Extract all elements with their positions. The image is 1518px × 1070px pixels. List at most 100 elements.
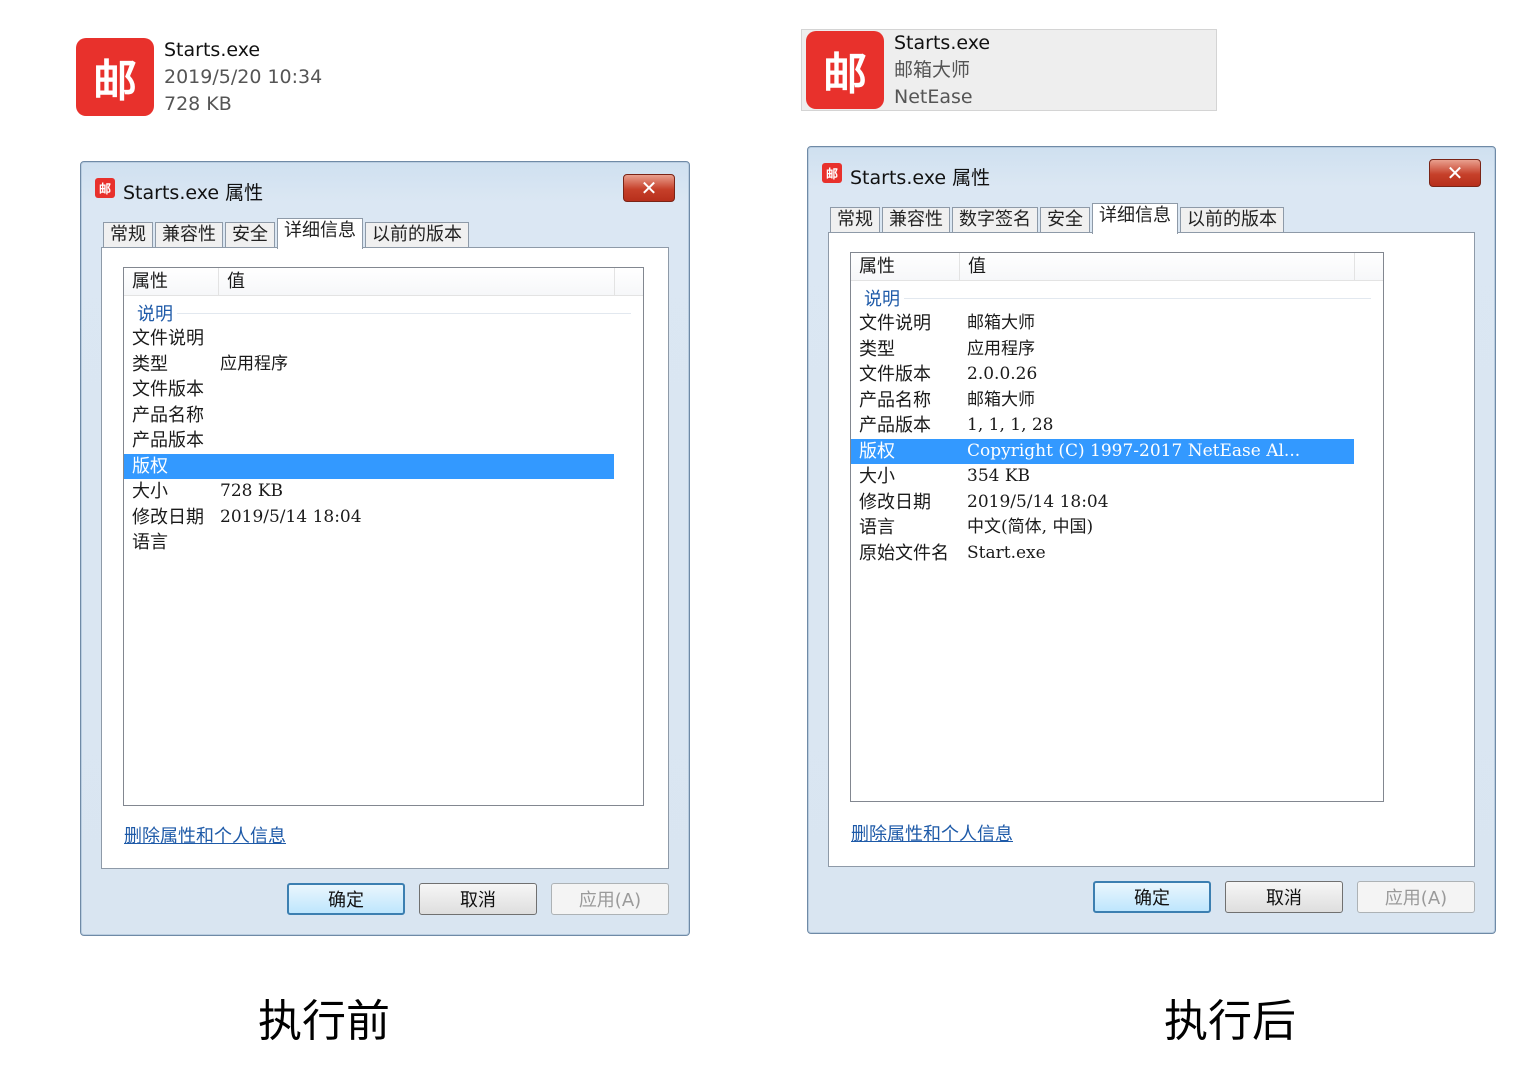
table-row-selected[interactable]: 版权 Copyright (C) 1997-2017 NetEase Al... bbox=[851, 438, 1354, 464]
table-row[interactable]: 产品版本 bbox=[124, 428, 614, 454]
table-row[interactable]: 文件版本 bbox=[124, 377, 614, 403]
group-label: 说明 bbox=[864, 285, 904, 311]
properties-dialog: 邮 Starts.exe 属性 ✕ 常规 兼容性 数字签名 安全 详细信息 以前… bbox=[807, 146, 1496, 934]
panel-before: 邮 Starts.exe 2019/5/20 10:34 728 KB 邮 St… bbox=[0, 0, 759, 1070]
table-row[interactable]: 文件说明 邮箱大师 bbox=[851, 311, 1354, 337]
table-row[interactable]: 产品版本 1, 1, 1, 28 bbox=[851, 413, 1354, 439]
close-button[interactable]: ✕ bbox=[1429, 159, 1481, 187]
group-divider bbox=[864, 298, 1371, 299]
tab-compatibility[interactable]: 兼容性 bbox=[882, 207, 950, 233]
tab-details[interactable]: 详细信息 bbox=[1092, 203, 1178, 234]
panel-after: 邮 Starts.exe 邮箱大师 NetEase 邮 Starts.exe 属… bbox=[759, 0, 1518, 1070]
table-row[interactable]: 大小 728 KB bbox=[124, 479, 614, 505]
file-description: 邮箱大师 bbox=[894, 58, 971, 81]
tab-details[interactable]: 详细信息 bbox=[277, 218, 363, 249]
column-header-property[interactable]: 属性 bbox=[851, 253, 960, 280]
table-row[interactable]: 类型 应用程序 bbox=[124, 352, 614, 378]
row-key: 产品版本 bbox=[859, 415, 931, 436]
column-header-filler bbox=[1355, 253, 1383, 280]
mail-app-icon: 邮 bbox=[95, 178, 115, 198]
tab-security[interactable]: 安全 bbox=[1040, 207, 1090, 233]
table-row[interactable]: 修改日期 2019/5/14 18:04 bbox=[124, 505, 614, 531]
close-button[interactable]: ✕ bbox=[623, 174, 675, 202]
caption-before: 执行前 bbox=[258, 996, 390, 1047]
apply-button[interactable]: 应用(A) bbox=[1357, 881, 1475, 913]
ok-button[interactable]: 确定 bbox=[287, 883, 405, 915]
file-tile[interactable]: 邮 Starts.exe 2019/5/20 10:34 728 KB bbox=[72, 36, 632, 118]
table-row[interactable]: 语言 bbox=[124, 530, 614, 556]
table-row[interactable]: 修改日期 2019/5/14 18:04 bbox=[851, 490, 1354, 516]
mail-app-icon: 邮 bbox=[822, 163, 842, 183]
file-tile-info: Starts.exe 邮箱大师 NetEase bbox=[894, 30, 990, 111]
table-row[interactable]: 文件说明 bbox=[124, 326, 614, 352]
row-key: 版权 bbox=[859, 440, 895, 462]
remove-properties-link[interactable]: 删除属性和个人信息 bbox=[851, 820, 1013, 846]
row-value: 应用程序 bbox=[220, 353, 288, 374]
table-row[interactable]: 原始文件名 Start.exe bbox=[851, 541, 1354, 567]
file-tile[interactable]: 邮 Starts.exe 邮箱大师 NetEase bbox=[801, 29, 1217, 111]
tab-strip: 常规 兼容性 数字签名 安全 详细信息 以前的版本 bbox=[830, 203, 1286, 234]
details-listview[interactable]: 属性 值 说明 文件说明 邮箱大师 类型 应用程序 文件版本 2.0.0.26 产品名… bbox=[850, 252, 1384, 802]
tab-general[interactable]: 常规 bbox=[830, 207, 880, 233]
table-row[interactable]: 产品名称 bbox=[124, 403, 614, 429]
table-row[interactable]: 文件版本 2.0.0.26 bbox=[851, 362, 1354, 388]
file-tile-info: Starts.exe 2019/5/20 10:34 728 KB bbox=[164, 37, 322, 118]
table-row[interactable]: 大小 354 KB bbox=[851, 464, 1354, 490]
dialog-titlebar[interactable]: 邮 Starts.exe 属性 ✕ bbox=[81, 162, 689, 206]
cancel-button[interactable]: 取消 bbox=[419, 883, 537, 915]
caption-after: 执行后 bbox=[1164, 996, 1296, 1047]
table-row[interactable]: 语言 中文(简体, 中国) bbox=[851, 515, 1354, 541]
row-key: 修改日期 bbox=[132, 506, 204, 528]
row-value: 2.0.0.26 bbox=[967, 364, 1038, 384]
tab-strip: 常规 兼容性 安全 详细信息 以前的版本 bbox=[103, 218, 471, 249]
details-listview[interactable]: 属性 值 说明 文件说明 类型 应用程序 文件版本 产品名称 产品版本 版权 大小… bbox=[123, 267, 644, 806]
dialog-titlebar[interactable]: 邮 Starts.exe 属性 ✕ bbox=[808, 147, 1495, 191]
details-tab-body: 属性 值 说明 文件说明 邮箱大师 类型 应用程序 文件版本 2.0.0.26 产品名… bbox=[828, 232, 1475, 867]
group-header: 说明 bbox=[851, 281, 1383, 311]
properties-dialog: 邮 Starts.exe 属性 ✕ 常规 兼容性 安全 详细信息 以前的版本 属… bbox=[80, 161, 690, 936]
row-key: 大小 bbox=[859, 466, 895, 487]
row-key: 版权 bbox=[132, 455, 168, 477]
dialog-buttons: 确定 取消 应用(A) bbox=[273, 883, 669, 915]
tab-compatibility[interactable]: 兼容性 bbox=[155, 222, 223, 248]
apply-button[interactable]: 应用(A) bbox=[551, 883, 669, 915]
row-value: Copyright (C) 1997-2017 NetEase Al... bbox=[967, 440, 1301, 461]
table-row-selected[interactable]: 版权 bbox=[124, 453, 614, 479]
tab-previous-versions[interactable]: 以前的版本 bbox=[1180, 207, 1284, 233]
listview-header: 属性 值 bbox=[124, 268, 643, 296]
dialog-buttons: 确定 取消 应用(A) bbox=[1079, 881, 1475, 913]
remove-properties-link[interactable]: 删除属性和个人信息 bbox=[124, 822, 286, 848]
column-header-value[interactable]: 值 bbox=[219, 268, 615, 295]
row-key: 类型 bbox=[859, 338, 895, 360]
group-label: 说明 bbox=[137, 300, 177, 326]
row-key: 语言 bbox=[859, 517, 895, 538]
table-row[interactable]: 产品名称 邮箱大师 bbox=[851, 388, 1354, 414]
row-key: 文件说明 bbox=[859, 313, 931, 334]
file-name: Starts.exe bbox=[164, 38, 261, 61]
row-value: 2019/5/14 18:04 bbox=[220, 506, 362, 527]
row-value: 728 KB bbox=[220, 481, 284, 501]
row-key: 文件说明 bbox=[132, 328, 204, 349]
file-size: 728 KB bbox=[164, 92, 232, 115]
cancel-button[interactable]: 取消 bbox=[1225, 881, 1343, 913]
row-key: 产品名称 bbox=[132, 404, 204, 426]
mail-app-icon: 邮 bbox=[76, 38, 154, 116]
table-row[interactable]: 类型 应用程序 bbox=[851, 337, 1354, 363]
ok-button[interactable]: 确定 bbox=[1093, 881, 1211, 913]
column-header-value[interactable]: 值 bbox=[960, 253, 1355, 280]
tab-security[interactable]: 安全 bbox=[225, 222, 275, 248]
row-value: 1, 1, 1, 28 bbox=[967, 415, 1054, 435]
row-value: 354 KB bbox=[967, 466, 1031, 486]
group-divider bbox=[137, 313, 631, 314]
column-header-property[interactable]: 属性 bbox=[124, 268, 219, 295]
dialog-title: Starts.exe 属性 bbox=[850, 167, 991, 189]
tab-digital-signatures[interactable]: 数字签名 bbox=[952, 207, 1038, 233]
row-key: 语言 bbox=[132, 532, 168, 553]
row-key: 类型 bbox=[132, 353, 168, 375]
row-key: 原始文件名 bbox=[859, 542, 949, 564]
row-value: Start.exe bbox=[967, 542, 1046, 563]
row-value: 2019/5/14 18:04 bbox=[967, 491, 1109, 512]
tab-previous-versions[interactable]: 以前的版本 bbox=[365, 222, 469, 248]
close-icon: ✕ bbox=[640, 176, 658, 200]
tab-general[interactable]: 常规 bbox=[103, 222, 153, 248]
